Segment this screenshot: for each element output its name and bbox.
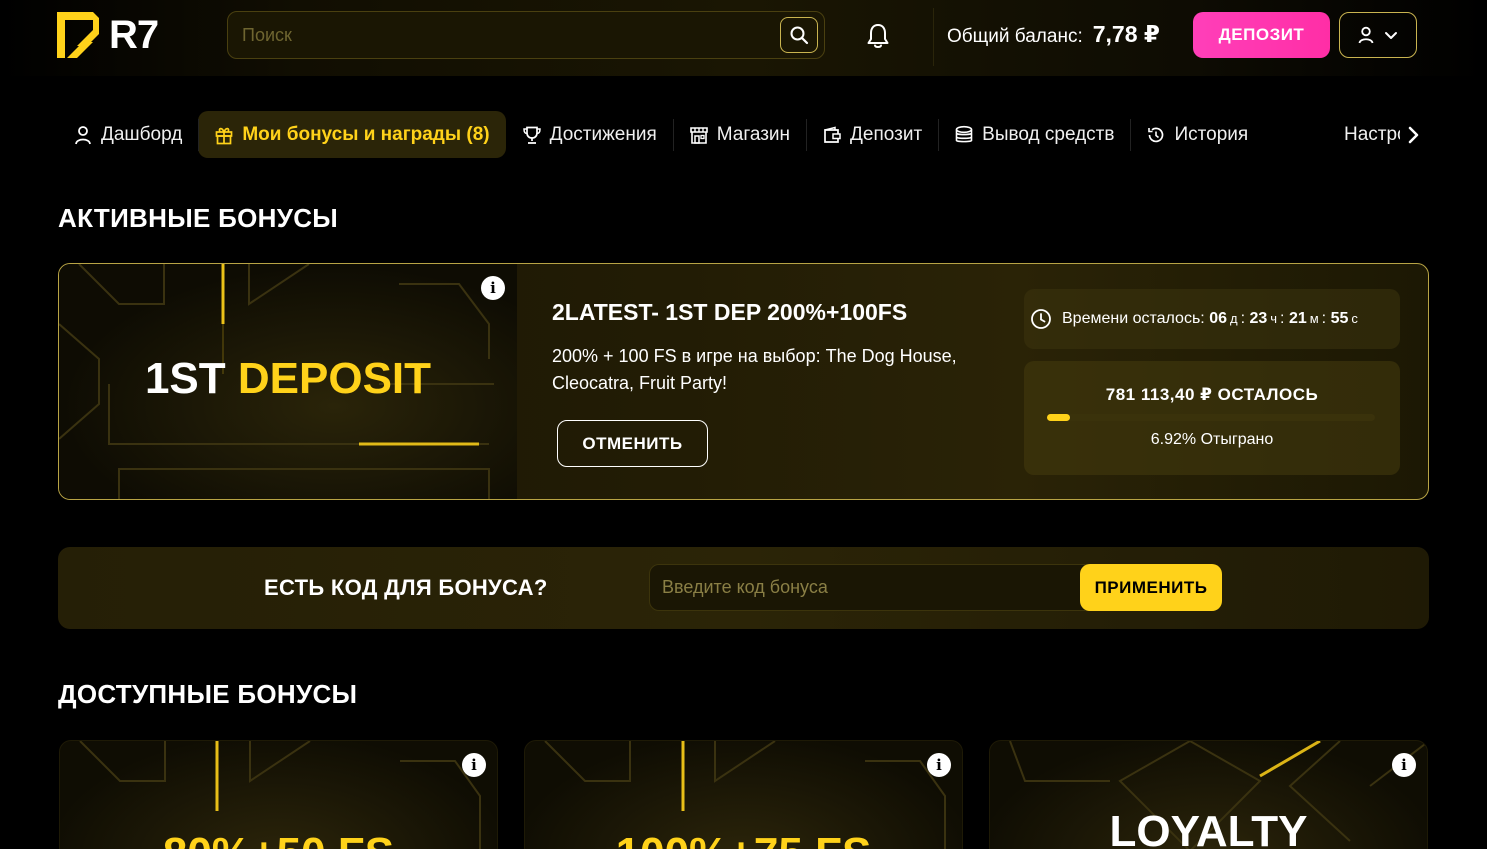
timer-minutes-unit: м: [1309, 311, 1319, 326]
gift-icon: [215, 127, 233, 144]
active-bonus-card: 1ST DEPOSIT i 2LATEST- 1ST DEP 200%+100F…: [58, 263, 1429, 500]
tab-label: Магазин: [716, 123, 791, 145]
timer-seconds-unit: с: [1351, 311, 1358, 326]
timer-label: Времени осталось:: [1062, 310, 1205, 327]
progress-track: [1047, 414, 1375, 421]
promo-code-input[interactable]: [649, 564, 1119, 611]
available-bonus-card[interactable]: 100%+75 FS i: [524, 740, 963, 849]
user-menu-button[interactable]: [1339, 12, 1417, 58]
timer-days: 06: [1209, 310, 1227, 327]
store-icon: [689, 126, 708, 144]
timer-box: Времени осталось: 06 д: 23 ч: 21 м: 55 с: [1024, 289, 1400, 349]
chevron-right-icon[interactable]: [1404, 124, 1424, 146]
balance-value: 7,78 ₽: [1092, 21, 1160, 47]
account-tabs: Дашборд Мои бонусы и награды (8) Достиже…: [57, 111, 1264, 158]
tab-label: История: [1174, 123, 1249, 145]
timer-seconds: 55: [1330, 310, 1349, 327]
wager-progress-box: 781 113,40 ₽ ОСТАЛОСЬ 6.92% Отыграно: [1024, 361, 1400, 475]
chevron-down-icon: [1385, 32, 1397, 39]
user-icon: [1358, 26, 1374, 44]
apply-code-button[interactable]: ПРИМЕНИТЬ: [1080, 564, 1222, 611]
info-icon[interactable]: i: [462, 753, 486, 777]
cancel-bonus-button[interactable]: ОТМЕНИТЬ: [557, 420, 708, 467]
coins-icon: [955, 125, 973, 142]
balance-label: Общий баланс:: [947, 26, 1083, 47]
logo-text: R7: [109, 13, 159, 57]
tab-label: Дашборд: [101, 123, 183, 145]
search-input[interactable]: [228, 12, 768, 58]
progress-fill: [1047, 414, 1070, 421]
tab-deposit[interactable]: Депозит: [806, 111, 938, 158]
tab-label: Мои бонусы и награды (8): [242, 123, 490, 145]
banner-word-1: 1ST: [144, 354, 226, 403]
promo-label: ЕСТЬ КОД ДЛЯ БОНУСА?: [264, 575, 548, 600]
tab-store[interactable]: Магазин: [672, 111, 806, 158]
history-icon: [1148, 127, 1164, 142]
site-logo[interactable]: R7: [57, 12, 159, 58]
available-bonus-card[interactable]: LOYALTY i: [989, 740, 1428, 849]
available-bonuses-title: ДОСТУПНЫЕ БОНУСЫ: [58, 679, 358, 709]
timer-hours-unit: ч: [1270, 311, 1278, 326]
card-title: LOYALTY: [1109, 807, 1308, 849]
timer-minutes: 21: [1288, 310, 1307, 327]
tab-achievements[interactable]: Достижения: [506, 111, 673, 158]
bell-icon[interactable]: [864, 22, 892, 50]
tab-label: Вывод средств: [982, 123, 1115, 145]
timer-days-unit: д: [1229, 311, 1238, 326]
tab-label: Достижения: [549, 123, 657, 145]
info-icon[interactable]: i: [481, 276, 505, 300]
r7-logo-icon: [57, 12, 99, 58]
info-icon[interactable]: i: [1392, 753, 1416, 777]
tab-settings[interactable]: Настройки: [1336, 111, 1400, 158]
header-divider: [933, 8, 934, 66]
tab-history[interactable]: История: [1130, 111, 1264, 158]
search-bar: [227, 11, 825, 59]
clock-icon: [1031, 309, 1051, 329]
banner-word-2: DEPOSIT: [237, 354, 432, 403]
tab-bonuses[interactable]: Мои бонусы и награды (8): [198, 111, 506, 158]
remaining-amount: 781 113,40 ₽ ОСТАЛОСЬ: [1105, 385, 1319, 404]
tab-label: Настройки: [1344, 123, 1400, 145]
played-percent: 6.92% Отыграно: [1150, 431, 1274, 448]
available-bonus-card[interactable]: 80%+50 FS i: [59, 740, 498, 849]
balance-display: Общий баланс: 7,78 ₽: [947, 21, 1160, 48]
tab-settings-clipped[interactable]: Настройки: [1336, 111, 1400, 158]
promo-code-panel: ЕСТЬ КОД ДЛЯ БОНУСА? ПРИМЕНИТЬ: [58, 547, 1429, 629]
search-button[interactable]: [780, 17, 818, 53]
card-title: 100%+75 FS: [525, 829, 962, 849]
tab-withdrawal[interactable]: Вывод средств: [938, 111, 1130, 158]
banner-title: 1ST DEPOSIT: [59, 354, 517, 404]
card-title: 80%+50 FS: [60, 829, 497, 849]
info-icon[interactable]: i: [927, 753, 951, 777]
user-icon: [75, 125, 91, 144]
timer-text: Времени осталось: 06 д: 23 ч: 21 м: 55 с: [1062, 310, 1358, 327]
tab-dashboard[interactable]: Дашборд: [57, 111, 198, 158]
active-bonuses-title: АКТИВНЫЕ БОНУСЫ: [58, 203, 339, 233]
search-icon: [790, 26, 809, 45]
bonus-title: 2LATEST- 1ST DEP 200%+100FS: [552, 299, 908, 325]
top-header: R7 Общий баланс: 7,78 ₽ ДЕПОЗИТ: [0, 0, 1487, 76]
wallet-icon: [824, 126, 841, 143]
tab-label: Депозит: [850, 123, 923, 145]
trophy-icon: [522, 126, 541, 144]
bonus-description: 200% + 100 FS в игре на выбор: The Dog H…: [552, 346, 957, 393]
deposit-button[interactable]: ДЕПОЗИТ: [1193, 12, 1330, 58]
timer-hours: 23: [1249, 310, 1268, 327]
bonus-banner: 1ST DEPOSIT: [59, 264, 517, 499]
